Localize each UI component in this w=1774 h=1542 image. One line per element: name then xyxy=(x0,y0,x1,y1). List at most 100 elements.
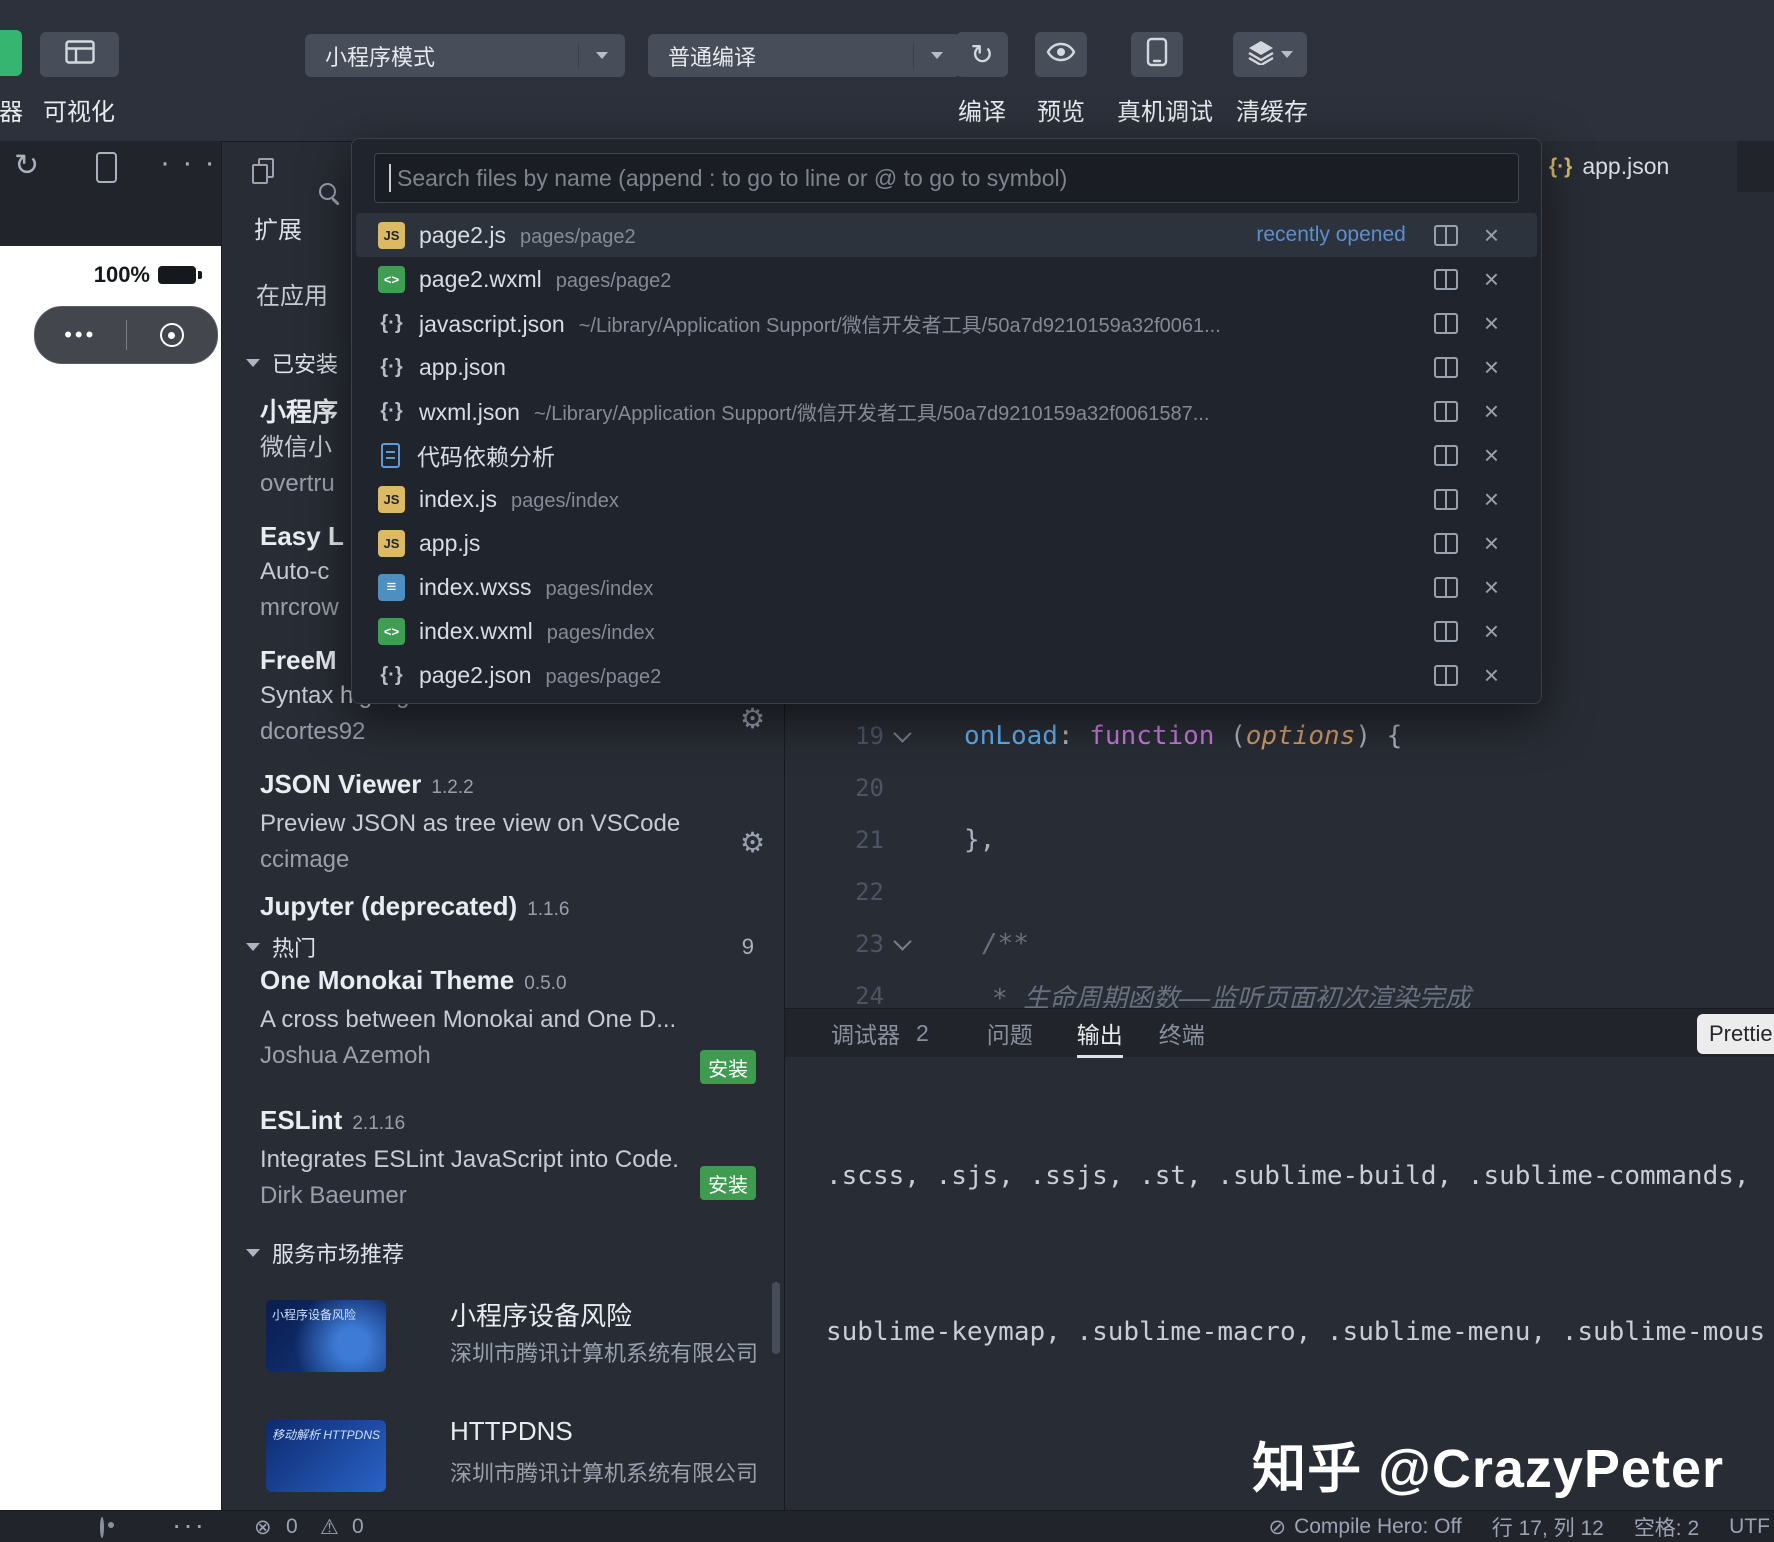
market-item-title[interactable]: HTTPDNS xyxy=(450,1416,573,1447)
split-editor-icon[interactable] xyxy=(1433,620,1458,642)
line-number: 20 xyxy=(855,774,884,802)
capsule-menu-icon[interactable] xyxy=(35,322,126,348)
copy-files-icon[interactable] xyxy=(252,158,274,184)
tab-debugger[interactable]: 调试器 xyxy=(831,1016,900,1050)
file-row[interactable]: javascript.json~/Library/Application Sup… xyxy=(356,301,1537,345)
cursor-position[interactable]: 行 17, 列 12 xyxy=(1492,1512,1604,1542)
fold-chevron-icon[interactable] xyxy=(892,931,912,951)
compile-button-label: 编译 xyxy=(958,99,1006,126)
market-thumbnail[interactable]: 移动解析 HTTPDNS xyxy=(266,1420,386,1492)
section-marketplace[interactable]: 服务市场推荐 xyxy=(222,1232,784,1274)
extension-version: 1.1.6 xyxy=(527,899,570,920)
split-editor-icon[interactable] xyxy=(1433,444,1458,466)
extension-item[interactable]: JSON Viewer 1.2.2 Preview JSON as tree vi… xyxy=(260,766,765,878)
tab-terminal[interactable]: 终端 xyxy=(1159,1016,1205,1050)
chevron-down-icon xyxy=(579,52,625,59)
market-item-title[interactable]: 小程序设备风险 xyxy=(450,1296,632,1333)
errors-icon[interactable]: ⊗ xyxy=(254,1515,272,1540)
errors-count[interactable]: 0 xyxy=(286,1515,298,1539)
scrollbar-thumb[interactable] xyxy=(772,1282,780,1354)
mode-dropdown[interactable]: 小程序模式 xyxy=(305,34,625,77)
file-row[interactable]: app.json xyxy=(356,345,1537,389)
more-icon[interactable]: ··· xyxy=(172,1509,206,1541)
split-editor-icon[interactable] xyxy=(1433,532,1458,554)
wxml-file-icon xyxy=(378,265,405,293)
console-line: sublime-keymap, .sublime-macro, .sublime… xyxy=(826,1317,1766,1347)
indentation[interactable]: 空格: 2 xyxy=(1634,1512,1699,1542)
file-row[interactable]: page2.wxmlpages/page2 xyxy=(356,257,1537,301)
close-icon[interactable] xyxy=(1484,530,1499,556)
quick-open-input[interactable]: Search files by name (append : to go to … xyxy=(374,153,1519,203)
market-thumbnail[interactable]: 小程序设备风险 xyxy=(266,1300,386,1372)
tab-problems[interactable]: 问题 xyxy=(987,1016,1033,1050)
file-row[interactable]: wxml.json~/Library/Application Support/微… xyxy=(356,389,1537,433)
install-button[interactable]: 安装 xyxy=(700,1050,756,1084)
encoding[interactable]: UTF xyxy=(1729,1515,1770,1539)
output-console: .scss, .sjs, .ssjs, .st, .sublime-build,… xyxy=(826,1046,1770,1466)
reload-simulator-icon[interactable]: ↻ xyxy=(14,148,39,183)
compile-button[interactable]: ↻ xyxy=(956,32,1008,77)
close-icon[interactable] xyxy=(1484,662,1499,688)
file-row[interactable]: index.wxsspages/index xyxy=(356,565,1537,609)
split-editor-icon[interactable] xyxy=(1433,312,1458,334)
file-row[interactable]: page2.jsonpages/page2 xyxy=(356,653,1537,697)
gear-icon[interactable]: ⚙ xyxy=(740,702,765,735)
split-editor-icon[interactable] xyxy=(1433,356,1458,378)
extension-item[interactable]: Jupyter (deprecated) 1.1.6 xyxy=(260,888,765,928)
extension-desc: Preview JSON as tree view on VSCode xyxy=(260,810,681,837)
eye-icon[interactable] xyxy=(100,1517,104,1538)
search-icon[interactable] xyxy=(318,182,342,206)
extension-item[interactable]: ESLint 2.1.16 Integrates ESLint JavaScrip… xyxy=(260,1102,700,1214)
close-icon[interactable] xyxy=(1484,266,1499,292)
thumbnail-text: 移动解析 HTTPDNS xyxy=(272,1428,381,1442)
gear-icon[interactable]: ⚙ xyxy=(740,826,765,859)
file-row[interactable]: index.wxmlpages/index xyxy=(356,609,1537,653)
extensions-search-text[interactable]: 在应用 xyxy=(256,276,328,311)
split-editor-icon[interactable] xyxy=(1433,576,1458,598)
split-editor-icon[interactable] xyxy=(1433,224,1458,246)
tab-output[interactable]: 输出 xyxy=(1076,1016,1123,1058)
extension-author: dcortes92 xyxy=(260,718,366,745)
debugger-toggle-label: 器 xyxy=(0,99,23,126)
capsule-close-target[interactable] xyxy=(127,323,218,347)
split-editor-icon[interactable] xyxy=(1433,400,1458,422)
triangle-down-icon xyxy=(246,1249,260,1257)
close-icon[interactable] xyxy=(1484,442,1499,468)
compile-mode-dropdown[interactable]: 普通编译 xyxy=(648,34,960,77)
close-icon[interactable] xyxy=(1484,574,1499,600)
compile-hero-label[interactable]: Compile Hero: Off xyxy=(1294,1515,1462,1539)
visual-button[interactable] xyxy=(40,32,119,77)
close-icon[interactable] xyxy=(1484,310,1499,336)
status-bar: ··· ⊗ 0 ⚠ 0 ⊘ Compile Hero: Off 行 17, 列 … xyxy=(0,1509,1774,1542)
more-options-icon[interactable] xyxy=(160,146,217,180)
warnings-icon[interactable]: ⚠ xyxy=(320,1515,339,1540)
fold-chevron-icon[interactable] xyxy=(892,723,912,743)
clear-cache-button[interactable] xyxy=(1233,32,1307,77)
close-icon[interactable] xyxy=(1484,354,1499,380)
remote-debug-label: 真机调试 xyxy=(1117,99,1213,126)
split-editor-icon[interactable] xyxy=(1433,488,1458,510)
remote-debug-button[interactable] xyxy=(1131,32,1183,77)
device-icon[interactable] xyxy=(96,152,117,183)
tab-label: app.json xyxy=(1582,153,1670,179)
visual-button-label: 可视化 xyxy=(43,99,115,126)
close-icon[interactable] xyxy=(1484,398,1499,424)
file-row[interactable]: page2.jspages/page2 recently opened xyxy=(356,213,1537,257)
close-icon[interactable] xyxy=(1484,222,1499,248)
layout-grid-icon xyxy=(64,40,95,69)
extension-desc: A cross between Monokai and One D... xyxy=(260,1006,677,1033)
close-icon[interactable] xyxy=(1484,618,1499,644)
warnings-count[interactable]: 0 xyxy=(352,1515,364,1539)
extension-name: ESLint xyxy=(260,1105,343,1135)
split-editor-icon[interactable] xyxy=(1433,664,1458,686)
debugger-toggle-button[interactable] xyxy=(0,30,22,76)
file-row[interactable]: app.js xyxy=(356,521,1537,565)
close-icon[interactable] xyxy=(1484,486,1499,512)
install-button[interactable]: 安装 xyxy=(700,1166,756,1200)
preview-button[interactable] xyxy=(1035,32,1087,77)
file-row[interactable]: 代码依赖分析 xyxy=(356,433,1537,477)
extension-item[interactable]: One Monokai Theme 0.5.0 A cross between M… xyxy=(260,962,700,1074)
file-row[interactable]: index.jspages/index xyxy=(356,477,1537,521)
split-editor-icon[interactable] xyxy=(1433,268,1458,290)
tab-app-json[interactable]: app.json xyxy=(1527,141,1737,192)
